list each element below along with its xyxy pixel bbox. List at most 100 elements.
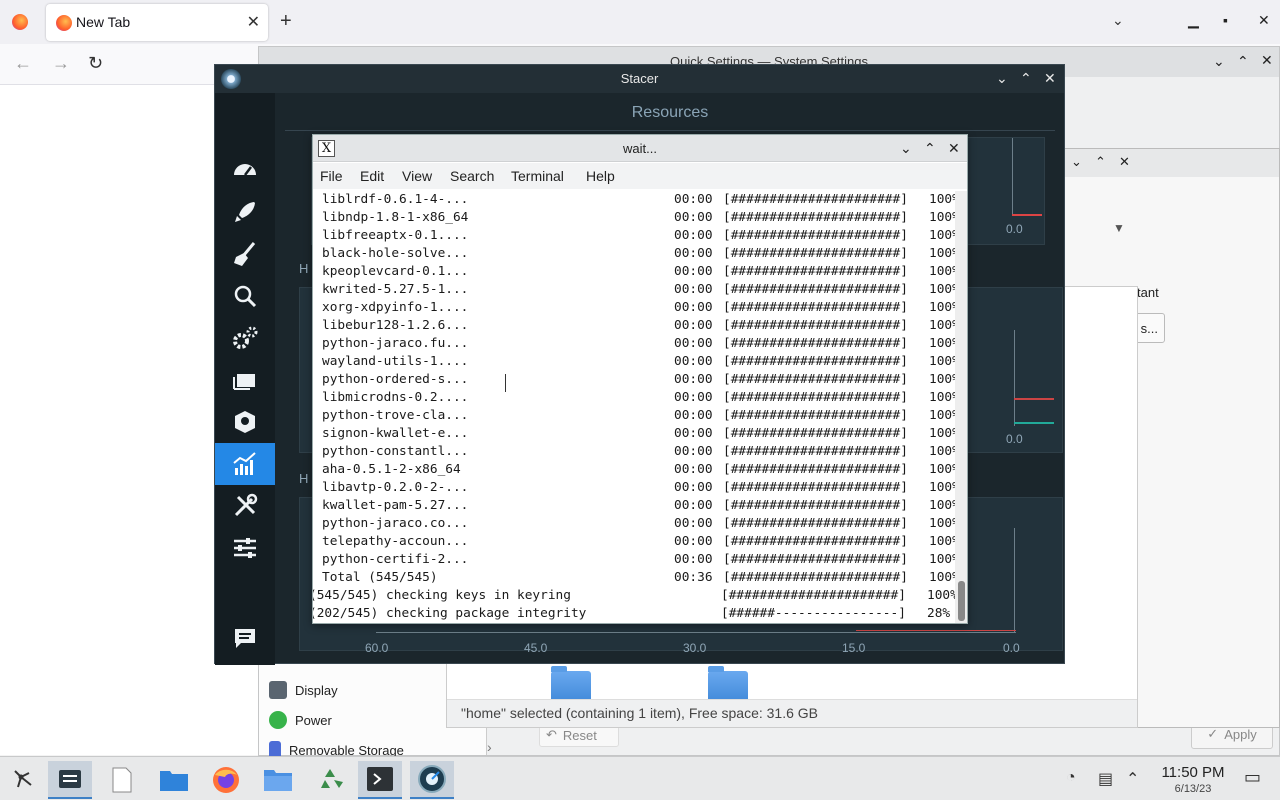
terminal-cell-pct: 100%	[929, 480, 957, 495]
menu-edit[interactable]: Edit	[360, 168, 384, 184]
minimize-icon[interactable]: ⌄	[996, 70, 1008, 87]
resources-nav-item[interactable]	[215, 443, 275, 485]
terminal-cell-time: 00:00	[674, 516, 713, 531]
search-nav-item[interactable]	[215, 275, 275, 317]
uninstaller-nav-item[interactable]	[215, 401, 275, 443]
chevron-right-icon[interactable]: ›	[487, 739, 492, 755]
terminal-cell-pct: 100%	[929, 264, 957, 279]
sidebar-item-power[interactable]: Power	[269, 707, 332, 733]
terminal-cell-bar: [######################]	[723, 336, 908, 351]
clipboard-icon[interactable]: ▤	[1098, 769, 1113, 789]
taskbar-stacer[interactable]	[410, 761, 454, 799]
maximize-icon[interactable]: ⌃	[1237, 53, 1249, 70]
chart-line	[1014, 398, 1054, 400]
terminal-cell-name: wayland-utils-1....	[322, 354, 469, 369]
clock-date[interactable]: 6/13/23	[1150, 783, 1236, 795]
close-window-icon[interactable]: ✕	[1258, 12, 1270, 29]
sidebar-item-label: Power	[295, 712, 332, 728]
chart-line	[1012, 214, 1042, 216]
folder-icon	[160, 771, 188, 791]
close-window-icon[interactable]: ✕	[948, 140, 960, 157]
tab-new-tab[interactable]: New Tab ✕	[46, 4, 268, 41]
minimize-icon[interactable]: ⌄	[1071, 154, 1082, 170]
terminal-cell-name: black-hole-solve...	[322, 246, 469, 261]
terminal-cell-pct: 100%	[929, 498, 957, 513]
terminal-status-text: (545/545) checking keys in keyring	[313, 588, 571, 603]
taskbar-system-settings[interactable]	[48, 761, 92, 799]
terminal-cell-pct: 100%	[929, 210, 957, 225]
system-monitor-icon[interactable]: ◔	[1066, 769, 1076, 787]
sidebar-item-display[interactable]: Display	[269, 677, 338, 703]
terminal-status-text: (202/545) checking package integrity	[313, 606, 587, 621]
terminal-cell-time: 00:00	[674, 318, 713, 333]
terminal-cell-name: libndp-1.8-1-x86_64	[322, 210, 469, 225]
terminal-cell-bar: [######################]	[723, 372, 908, 387]
terminal-output[interactable]: liblrdf-0.6.1-4-...19.3 KiB79.2 KiB/s00:…	[313, 191, 957, 623]
folder-icon	[264, 770, 292, 791]
menu-view[interactable]: View	[402, 168, 432, 184]
system-cleaner-nav-item[interactable]	[215, 233, 275, 275]
terminal-cell-time: 00:00	[674, 372, 713, 387]
new-tab-button[interactable]: +	[280, 10, 292, 33]
minimize-icon[interactable]: ⌄	[900, 140, 912, 157]
maximize-icon[interactable]: ▪	[1223, 12, 1228, 28]
check-icon: ✓	[1207, 726, 1219, 741]
menu-help[interactable]: Help	[586, 168, 615, 184]
dashboard-nav-item[interactable]	[215, 149, 275, 191]
scrollbar-thumb[interactable]	[958, 581, 965, 621]
processes-nav-item[interactable]	[215, 359, 275, 401]
feedback-nav-item[interactable]	[215, 617, 275, 659]
menu-terminal[interactable]: Terminal	[511, 168, 564, 184]
maximize-icon[interactable]: ⌃	[924, 140, 936, 157]
terminal-scrollbar[interactable]	[955, 191, 967, 623]
close-window-icon[interactable]: ✕	[1119, 154, 1130, 170]
reload-icon[interactable]: ↻	[88, 53, 103, 74]
settings-nav-item[interactable]	[215, 527, 275, 569]
terminal-cell-pct: 100%	[929, 426, 957, 441]
terminal-cell-time: 00:00	[674, 534, 713, 549]
taskbar-firefox[interactable]	[204, 761, 248, 799]
maximize-icon[interactable]: ⌃	[1020, 70, 1032, 87]
firefox-icon	[213, 767, 239, 793]
close-window-icon[interactable]: ✕	[1261, 52, 1273, 69]
terminal-cell-name: python-jaraco.co...	[322, 516, 469, 531]
terminal-cell-pct: 100%	[929, 246, 957, 261]
launcher-icon	[14, 770, 32, 788]
minimize-icon[interactable]: ⌄	[1213, 53, 1225, 70]
stacer-titlebar: Stacer ⌄ ⌃ ✕	[215, 65, 1064, 93]
taskbar-trash[interactable]	[308, 761, 352, 799]
forward-icon[interactable]: →	[52, 53, 70, 74]
minimize-icon[interactable]: ▁	[1188, 12, 1199, 29]
taskbar-text-editor[interactable]	[100, 761, 144, 799]
close-window-icon[interactable]: ✕	[1044, 70, 1056, 87]
taskbar-dolphin[interactable]	[256, 761, 300, 799]
maximize-icon[interactable]: ⌃	[1095, 154, 1106, 170]
tab-close-icon[interactable]: ✕	[247, 12, 260, 32]
helpers-nav-item[interactable]	[215, 485, 275, 527]
terminal-cell-bar: [######################]	[723, 282, 908, 297]
show-desktop-icon[interactable]: ▭	[1244, 767, 1261, 788]
speedometer-icon	[234, 164, 256, 176]
terminal-cell-bar: [######################]	[723, 534, 908, 549]
chart-axis	[1012, 138, 1013, 214]
taskbar-konsole[interactable]	[358, 761, 402, 799]
startup-apps-nav-item[interactable]	[215, 191, 275, 233]
terminal-cell-name: kwallet-pam-5.27...	[322, 498, 469, 513]
show-hidden-icons-icon[interactable]: ⌃	[1126, 769, 1139, 789]
services-nav-item[interactable]	[215, 317, 275, 359]
terminal-cell-time: 00:00	[674, 210, 713, 225]
firefox-menu-icon[interactable]	[12, 14, 28, 30]
terminal-cell-bar: [######################]	[723, 300, 908, 315]
menu-search[interactable]: Search	[450, 168, 494, 184]
taskbar-file-manager[interactable]	[152, 761, 196, 799]
section-label: H	[299, 471, 309, 486]
app-launcher-button[interactable]	[0, 761, 44, 799]
terminal-cell-pct: 100%	[929, 444, 957, 459]
menu-file[interactable]: File	[320, 168, 343, 184]
dropdown-arrow-icon[interactable]: ▼	[1113, 221, 1125, 235]
terminal-cell-name: python-ordered-s...	[322, 372, 469, 387]
axis-tick-label: 30.0	[683, 641, 707, 655]
back-icon[interactable]: ←	[14, 53, 32, 74]
clock-time[interactable]: 11:50 PM	[1150, 764, 1236, 781]
list-all-tabs-icon[interactable]: ⌄	[1112, 12, 1124, 29]
